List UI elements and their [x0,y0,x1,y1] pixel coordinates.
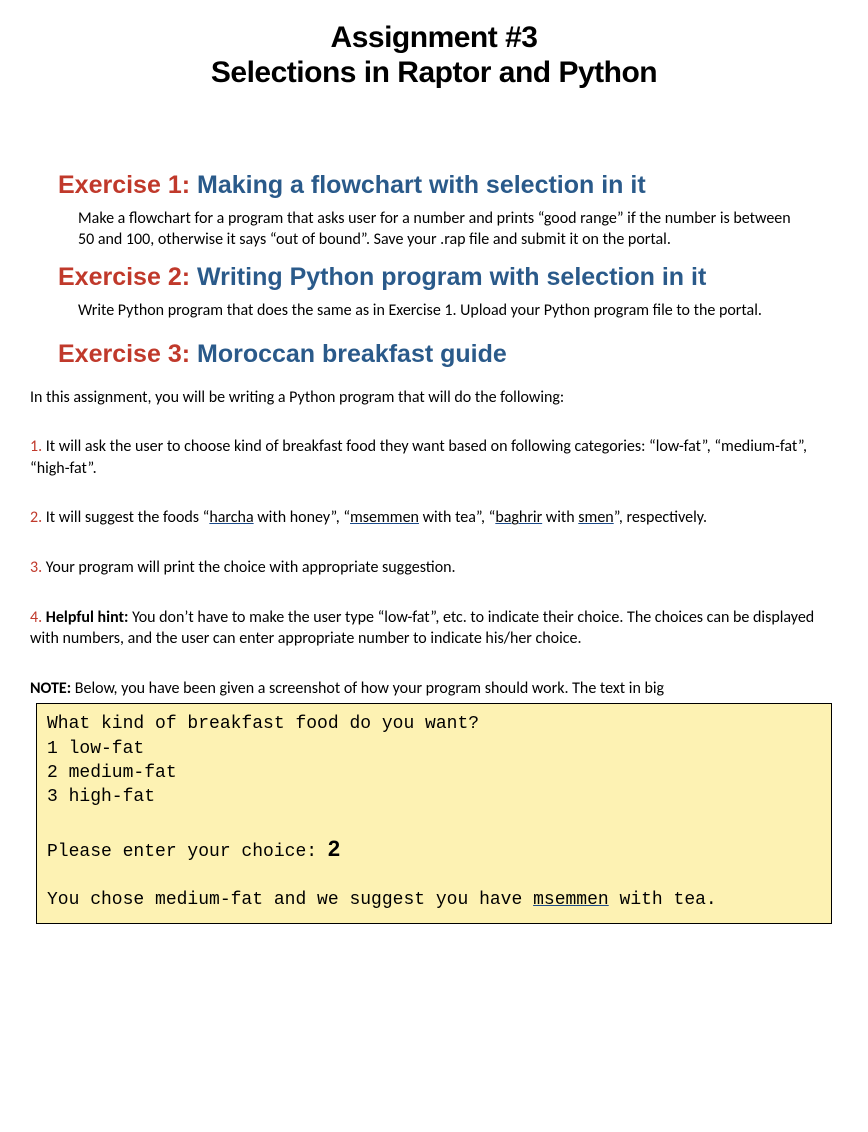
exercise-1-heading: Exercise 1: Making a flowchart with sele… [58,171,838,200]
step-4: 4. Helpful hint: You don’t have to make … [30,607,838,650]
word-msemmen: msemmen [350,508,419,527]
title-line-1: Assignment #3 [331,21,538,54]
exercise-2-body: Write Python program that does the same … [78,300,798,322]
output-line-2: 1 low-fat [47,737,821,761]
step-2-mid1: with honey”, “ [254,508,350,527]
output-result-pre: You chose medium-fat and we suggest you … [47,890,533,910]
note-text: Below, you have been given a screenshot … [71,679,664,698]
title-line-2: Selections in Raptor and Python [211,56,657,89]
step-3: 3. Your program will print the choice wi… [30,557,838,579]
word-smen: smen [578,508,613,527]
exercise-3-heading: Exercise 3: Moroccan breakfast guide [58,340,838,369]
step-1-number: 1. [30,437,42,456]
step-4-number: 4. [30,608,42,627]
exercise-3-intro: In this assignment, you will be writing … [30,387,838,409]
step-1: 1. It will ask the user to choose kind o… [30,436,838,479]
step-2-mid2: with tea”, “ [419,508,495,527]
output-prompt-line: Please enter your choice: 2 [47,834,821,864]
output-result-line: You chose medium-fat and we suggest you … [47,888,821,912]
step-2-mid3: with [542,508,578,527]
exercise-3-title: Moroccan breakfast guide [190,340,507,368]
note-label: NOTE: [30,679,71,698]
note-paragraph: NOTE: Below, you have been given a scree… [30,678,838,700]
output-line-3: 2 medium-fat [47,761,821,785]
exercise-2-title: Writing Python program with selection in… [190,263,706,291]
document-title: Assignment #3 Selections in Raptor and P… [30,20,838,91]
word-harcha: harcha [209,508,253,527]
step-3-number: 3. [30,558,42,577]
exercise-2-heading: Exercise 2: Writing Python program with … [58,263,838,292]
step-2-post: ”, respectively. [614,508,707,527]
output-line-1: What kind of breakfast food do you want? [47,712,821,736]
step-1-text: It will ask the user to choose kind of b… [30,437,807,478]
step-2-number: 2. [30,508,42,527]
step-2: 2. It will suggest the foods “harcha wit… [30,507,838,529]
exercise-1-title: Making a flowchart with selection in it [190,171,646,199]
output-prompt: Please enter your choice: [47,842,328,862]
step-2-pre: It will suggest the foods “ [42,508,209,527]
step-4-hint-label: Helpful hint: [42,608,128,627]
word-baghrir: baghrir [495,508,542,527]
exercise-2-label: Exercise 2: [58,263,190,291]
output-word-msemmen: msemmen [533,890,609,910]
step-3-text: Your program will print the choice with … [42,558,455,577]
user-input: 2 [328,836,340,861]
step-4-text: You don’t have to make the user type “lo… [30,608,814,649]
exercise-3-label: Exercise 3: [58,340,190,368]
output-line-4: 3 high-fat [47,785,821,809]
exercise-1-body: Make a flowchart for a program that asks… [78,208,798,251]
exercise-1-label: Exercise 1: [58,171,190,199]
program-output-screenshot: What kind of breakfast food do you want?… [36,703,832,923]
output-result-post: with tea. [609,890,717,910]
